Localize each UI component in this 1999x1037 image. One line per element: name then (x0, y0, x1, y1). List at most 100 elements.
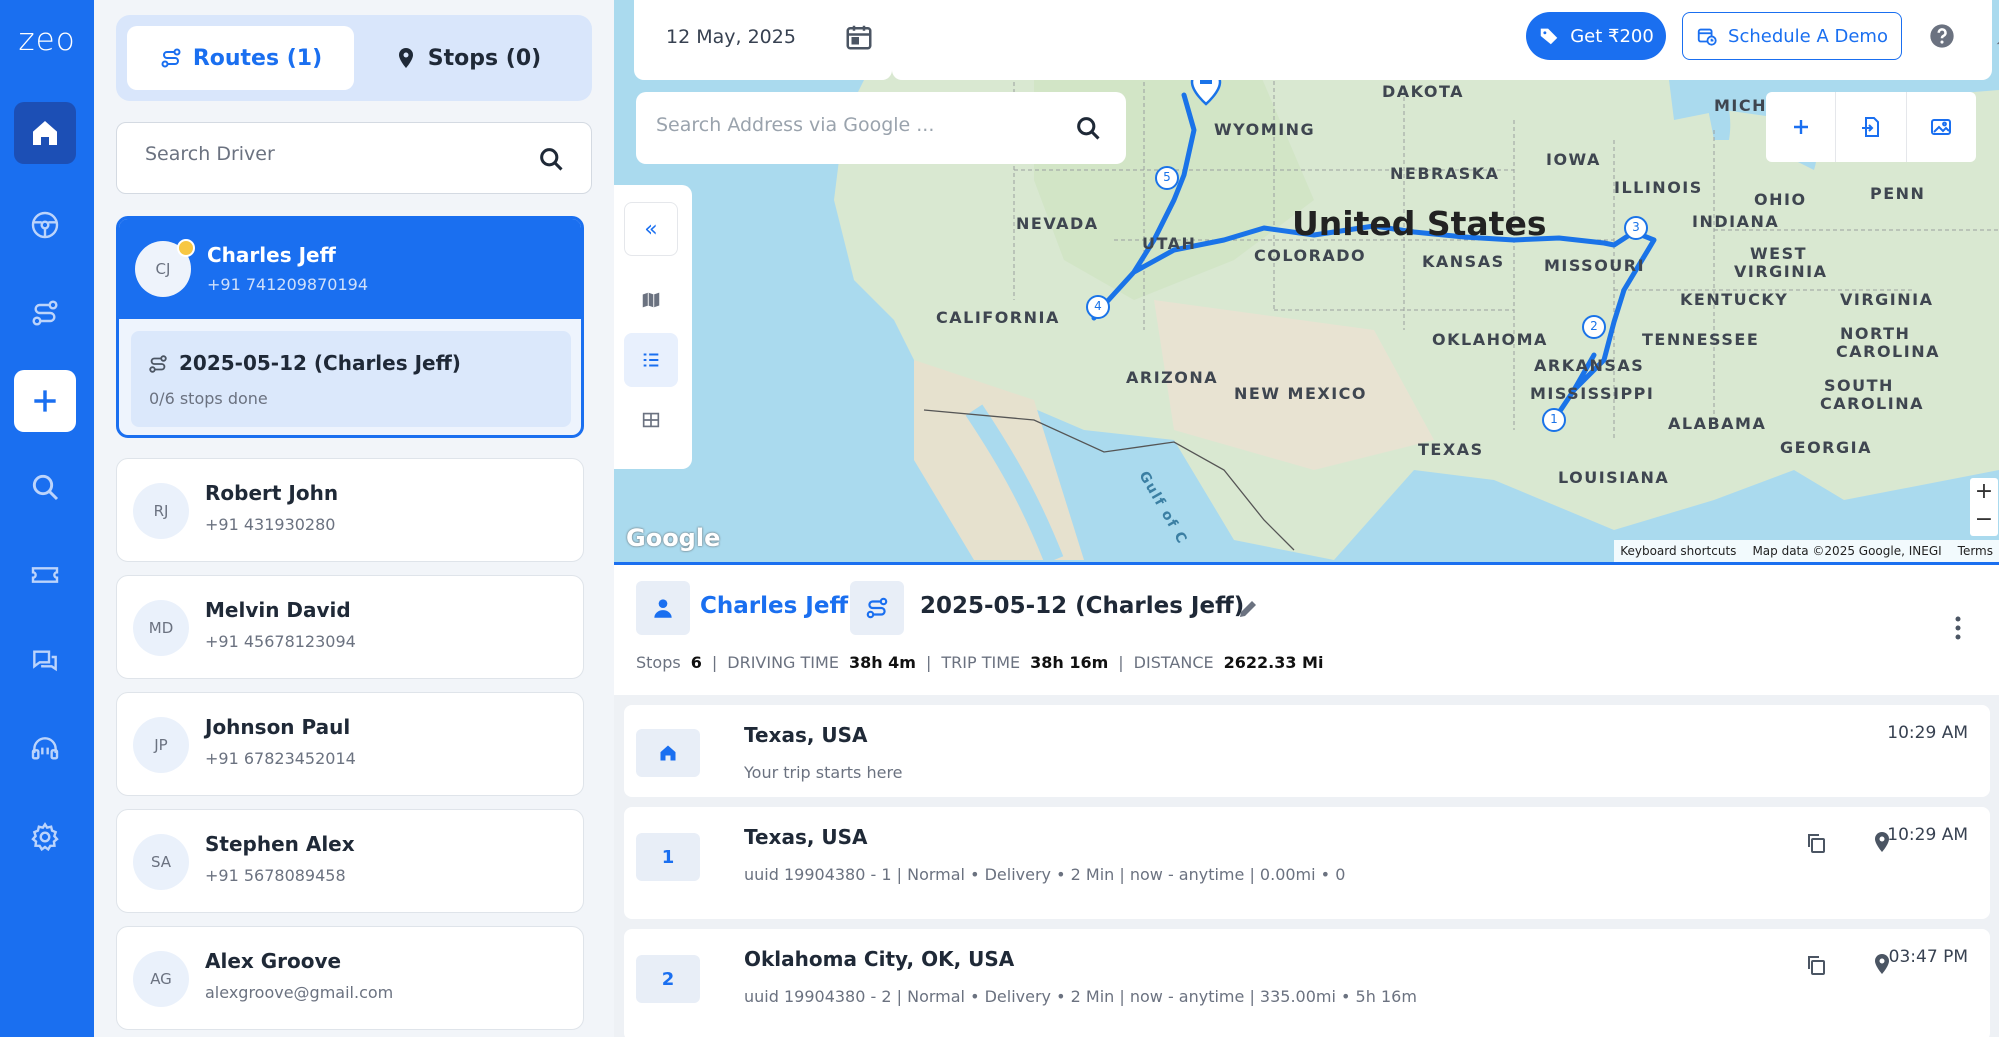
avatar: MD (133, 600, 189, 656)
driver-phone: +91 5678089458 (205, 866, 346, 885)
map-label: CAROLINA (1836, 342, 1940, 361)
plus-icon (34, 390, 56, 412)
schedule-demo-button[interactable]: Schedule A Demo (1682, 12, 1902, 60)
map-marker[interactable]: 2 (1582, 315, 1606, 339)
collapse-button[interactable]: « (624, 202, 678, 256)
stop-details: Your trip starts here (744, 763, 903, 782)
map-label: MISSOURI (1544, 256, 1646, 275)
route-icon (32, 300, 58, 326)
date-picker[interactable]: 12 May, 2025 (634, 0, 892, 80)
map-marker[interactable]: 5 (1155, 166, 1179, 190)
map-label: UTAH (1142, 234, 1197, 253)
sidebar-item-support[interactable] (14, 718, 76, 780)
address-search-input[interactable] (656, 114, 1056, 136)
map-tools (1766, 92, 1976, 162)
stop-time: 10:29 AM (1887, 825, 1968, 845)
zoom-in-button[interactable]: + (1970, 478, 1998, 506)
map-marker[interactable]: 3 (1624, 216, 1648, 240)
driver-phone: +91 741209870194 (207, 275, 369, 294)
sidebar-item-chat[interactable] (14, 630, 76, 692)
map-marker[interactable]: 4 (1086, 295, 1110, 319)
stop-row-start[interactable]: Texas, USA Your trip starts here 10:29 A… (624, 705, 1990, 797)
driver-card-header[interactable]: CJ Charles Jeff +91 741209870194 (119, 219, 581, 319)
driver-card[interactable]: RJ Robert John +91 431930280 (116, 458, 584, 562)
pencil-icon[interactable] (1236, 597, 1260, 621)
get-reward-label: Get ₹200 (1570, 25, 1654, 47)
tab-routes[interactable]: Routes (1) (127, 26, 354, 90)
map-label: SOUTH (1824, 376, 1894, 395)
user-icon (654, 599, 672, 618)
driving-time-label: DRIVING TIME (727, 653, 839, 672)
map-label: NORTH (1840, 324, 1911, 343)
stop-row[interactable]: 1 Texas, USA uuid 19904380 - 1 | Normal … (624, 807, 1990, 919)
driver-card-selected[interactable]: CJ Charles Jeff +91 741209870194 2025-05… (116, 216, 584, 438)
driving-time-value: 38h 4m (848, 653, 916, 672)
sidebar-item-search[interactable] (14, 456, 76, 518)
gear-icon (31, 822, 59, 852)
route-item[interactable]: 2025-05-12 (Charles Jeff) 0/6 stops done (131, 331, 571, 427)
map-label: TENNESSEE (1642, 330, 1760, 349)
drivers-panel: Routes (1) Stops (0) CJ Charles Jeff +91… (94, 0, 614, 1037)
map-label: WEST (1750, 244, 1808, 263)
route-map[interactable]: 5 4 3 2 1 DAKOTA WYOMING NEBRASKA IOWA M… (614, 0, 1999, 562)
map-country-label: United States (1292, 204, 1547, 243)
stop-row[interactable]: 2 Oklahoma City, OK, USA uuid 19904380 -… (624, 929, 1990, 1037)
sidebar-item-drivers[interactable] (14, 194, 76, 256)
google-logo: Google (626, 524, 721, 552)
copy-icon[interactable] (1804, 831, 1828, 855)
bell-icon[interactable] (1992, 22, 1999, 50)
import-button[interactable] (1836, 92, 1907, 162)
map-attribution: Keyboard shortcuts Map data ©2025 Google… (1614, 540, 1999, 562)
driver-name: Charles Jeff (207, 243, 336, 267)
avatar: RJ (133, 483, 189, 539)
keyboard-shortcuts-link[interactable]: Keyboard shortcuts (1620, 544, 1736, 558)
stop-marker-start (636, 729, 700, 777)
stop-time: 10:29 AM (1887, 723, 1968, 743)
sidebar-item-routes[interactable] (14, 282, 76, 344)
get-reward-button[interactable]: Get ₹200 (1526, 12, 1666, 60)
driver-card[interactable]: MD Melvin David +91 45678123094 (116, 575, 584, 679)
zoom-out-button[interactable]: − (1970, 506, 1998, 534)
map-label: ILLINOIS (1614, 178, 1703, 197)
list-view-button[interactable] (624, 333, 678, 387)
map-label: PENN (1870, 184, 1926, 203)
map-view-button[interactable] (624, 273, 678, 327)
copy-icon[interactable] (1804, 953, 1828, 977)
map-canvas[interactable] (614, 0, 1999, 562)
terms-link[interactable]: Terms (1958, 544, 1993, 558)
driver-card[interactable]: AG Alex Groove alexgroove@gmail.com (116, 926, 584, 1030)
sidebar-item-settings[interactable] (14, 806, 76, 868)
map-label: LOUISIANA (1558, 468, 1670, 487)
calendar-icon[interactable] (844, 22, 874, 52)
map-side-tools: « (614, 185, 692, 469)
add-stop-button[interactable] (1766, 92, 1837, 162)
stops-count: 6 (690, 653, 702, 672)
date-value: 12 May, 2025 (666, 26, 796, 48)
map-marker[interactable]: 1 (1542, 408, 1566, 432)
route-header: Charles Jeff 2025-05-12 (Charles Jeff) S… (614, 565, 1999, 695)
driver-card[interactable]: JP Johnson Paul +91 67823452014 (116, 692, 584, 796)
map-pin-icon (398, 48, 413, 68)
kebab-menu-icon[interactable] (1953, 615, 1963, 641)
search-icon[interactable] (537, 145, 565, 173)
table-view-button[interactable] (624, 393, 678, 447)
schedule-demo-label: Schedule A Demo (1728, 25, 1888, 47)
map-label: MISSISSIPPI (1530, 384, 1655, 403)
search-driver-input[interactable] (145, 143, 525, 165)
driver-card[interactable]: SA Stephen Alex +91 5678089458 (116, 809, 584, 913)
tab-stops[interactable]: Stops (0) (354, 26, 581, 90)
help-icon[interactable] (1928, 22, 1956, 50)
driver-phone: +91 67823452014 (205, 749, 356, 768)
sidebar-item-home[interactable] (14, 102, 76, 164)
route-icon-box (850, 581, 904, 635)
route-detail: Charles Jeff 2025-05-12 (Charles Jeff) S… (614, 562, 1999, 1037)
map-label: KANSAS (1422, 252, 1505, 271)
stop-number: 2 (636, 955, 700, 1003)
route-driver-link[interactable]: Charles Jeff (700, 593, 848, 619)
search-icon[interactable] (1074, 114, 1102, 142)
map-label: ALABAMA (1668, 414, 1767, 433)
route-name: 2025-05-12 (Charles Jeff) (920, 593, 1245, 619)
image-upload-button[interactable] (1907, 92, 1976, 162)
sidebar-item-tickets[interactable] (14, 544, 76, 606)
sidebar-item-add[interactable] (14, 370, 76, 432)
